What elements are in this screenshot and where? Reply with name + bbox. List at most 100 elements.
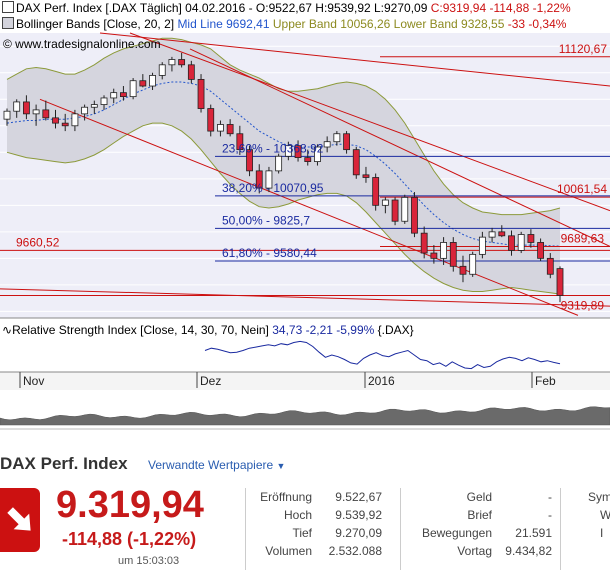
rsi-panel-bg (0, 338, 610, 372)
main-legend-text: DAX Perf. Index [.DAX Täglich] 04.02.201… (16, 1, 428, 15)
bollinger-lower: Lower Band 9328,55 (393, 17, 505, 31)
main-legend: DAX Perf. Index [.DAX Täglich] 04.02.201… (2, 1, 571, 15)
price-chart: 11120,67 10061,54 9689,63 9660,52 9319,89 23,… (0, 32, 610, 430)
price-level-label: 9689,63 (561, 231, 605, 245)
candle (372, 177, 380, 206)
candle (207, 108, 215, 132)
stat-value: 21.591 (515, 526, 552, 540)
price-change: -114,88 (-1,22%) (62, 529, 197, 549)
candle (52, 117, 59, 124)
candle (440, 242, 447, 259)
related-securities-link[interactable]: Verwandte Wertpapiere ▼ (148, 458, 285, 472)
stat-value: - (548, 490, 552, 504)
price-level-label: 10061,54 (557, 182, 607, 196)
stat-label: Tief (292, 526, 312, 540)
divider (560, 488, 561, 570)
divider (245, 488, 246, 570)
watermark: © www.tradesignalonline.com (3, 37, 161, 51)
candle (333, 133, 341, 143)
candle (110, 92, 118, 99)
candle (362, 174, 370, 178)
stat-label: Brief (467, 508, 492, 522)
candle (478, 236, 486, 255)
price-level-label: 11120,67 (559, 42, 608, 56)
candle (352, 149, 360, 176)
bollinger-mid: Mid Line 9692,41 (177, 17, 270, 31)
down-arrow-badge (0, 488, 40, 552)
candle (100, 97, 108, 105)
stat-value: 9.434,82 (505, 544, 552, 558)
candle (430, 252, 438, 259)
stat-label: Vortag (457, 544, 492, 558)
candle (3, 110, 11, 120)
stat-label: Eröffnung (260, 490, 312, 504)
bollinger-legend-icon (2, 17, 14, 29)
time-tick-label: Feb (535, 374, 556, 388)
candle (546, 257, 554, 275)
stat-label: Geld (466, 490, 492, 504)
chart-area: 11120,67 10061,54 9689,63 9660,52 9319,89 23,… (0, 0, 610, 430)
rsi-legend: ∿Relative Strength Index [Close, 14, 30,… (2, 323, 414, 337)
candle (81, 106, 89, 115)
rsi-values: 34,73 -2,21 -5,99% (272, 323, 375, 337)
stat-value: 9.522,67 (335, 490, 382, 504)
divider (400, 488, 401, 570)
candle (381, 199, 389, 206)
candle (323, 141, 331, 148)
stat-value: - (548, 508, 552, 522)
time-tick-label: Nov (23, 374, 44, 388)
quote-time: um 15:03:03 (118, 555, 180, 567)
quote-panel: DAX Perf. Index Verwandte Wertpapiere ▼ … (0, 440, 610, 575)
candle (401, 196, 409, 222)
time-axis-bg (0, 372, 610, 390)
stat-value: 9.270,09 (335, 526, 382, 540)
candle (488, 231, 496, 238)
candle (449, 242, 457, 267)
time-tick-label: Dez (200, 374, 221, 388)
stat-value: 9.539,92 (335, 508, 382, 522)
candle (226, 124, 234, 135)
fibonacci-label: 23,60% - 10368,92 (222, 141, 324, 155)
candle (420, 232, 428, 254)
rsi-symbol: {.DAX} (377, 323, 414, 337)
candle (149, 75, 156, 87)
stat-label-partial: W (600, 508, 610, 522)
candle (197, 78, 205, 109)
stat-label-partial: Sym (588, 490, 610, 504)
down-arrow-icon (7, 507, 31, 531)
candle (158, 64, 166, 76)
bollinger-upper: Upper Band 10056,26 (272, 17, 391, 31)
candle (517, 234, 525, 251)
candle (187, 64, 195, 80)
candle (168, 59, 176, 66)
rsi-label: Relative Strength Index [Close, 14, 30, … (12, 323, 269, 337)
price-level-label: 9319,89 (561, 298, 605, 312)
fibonacci-label: 38,20% - 10070,95 (222, 181, 324, 195)
fibonacci-label: 61,80% - 9580,44 (222, 246, 317, 260)
bollinger-change: -33 -0,34% (507, 17, 567, 31)
candle (275, 155, 283, 172)
candle (32, 109, 40, 115)
candle (537, 242, 545, 259)
price-level-label: 9660,52 (16, 235, 60, 249)
candle (527, 234, 535, 243)
candle (498, 231, 506, 237)
related-link-label: Verwandte Wertpapiere (148, 458, 274, 472)
candle (469, 253, 477, 275)
candle (129, 80, 137, 98)
candle-legend-icon (2, 1, 14, 13)
candle (71, 113, 79, 127)
candle (343, 133, 350, 151)
main-legend-change: C:9319,94 -114,88 -1,22% (430, 1, 571, 15)
stat-value: 2.532.088 (328, 544, 382, 558)
candle (13, 101, 21, 112)
candle (411, 196, 418, 234)
candle (90, 104, 98, 108)
fibonacci-label: 50,00% - 9825,7 (222, 213, 310, 227)
bollinger-legend: Bollinger Bands [Close, 20, 2] Mid Line … (2, 17, 566, 31)
current-price: 9.319,94 (56, 484, 204, 526)
candle (42, 109, 50, 119)
stat-label: Hoch (283, 508, 312, 522)
index-title: DAX Perf. Index (0, 454, 128, 473)
candle (217, 124, 224, 132)
